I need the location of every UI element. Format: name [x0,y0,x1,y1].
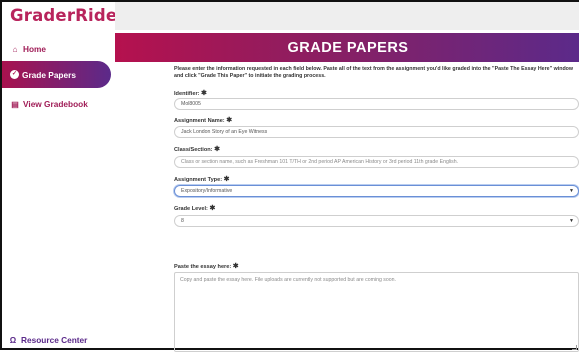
grade-level-label: Grade Level: ✱ [174,204,215,212]
app-logo[interactable]: GraderRide [10,6,117,25]
assignment-type-value: Expository/Informative [181,188,233,194]
grade-level-label-text: Grade Level: [174,206,208,212]
class-section-label: Class/Section: ✱ [174,145,220,153]
assignment-type-select[interactable]: Expository/Informative ▼ [174,185,579,197]
sidebar-item-gradebook[interactable]: ▤ View Gradebook [10,94,88,114]
required-icon: ✱ [201,90,207,97]
essay-placeholder: Copy and paste the essay here. File uplo… [180,277,396,283]
assignment-name-label-text: Assignment Name: [174,118,225,124]
headphones-icon: Ω [9,335,17,345]
sidebar-item-label: View Gradebook [23,99,88,109]
assignment-type-label-text: Assignment Type: [174,177,223,183]
home-icon: ⌂ [12,44,18,54]
identifier-label: Identifier: ✱ [174,89,207,97]
class-section-label-text: Class/Section: [174,147,213,153]
sidebar-item-home[interactable]: ⌂ Home [10,38,46,60]
sidebar-item-resource-center[interactable]: Ω Resource Center [8,332,88,348]
top-bar [115,2,579,30]
identifier-label-text: Identifier: [174,91,200,97]
sidebar-item-label: Grade Papers [22,69,76,80]
required-icon: ✱ [232,263,239,270]
chevron-down-icon: ▼ [569,218,574,224]
required-icon: ✱ [209,205,216,212]
essay-label: Paste the essay here: ✱ [174,262,239,270]
required-icon: ✱ [214,146,220,153]
grade-papers-icon: ✓ [10,70,19,79]
grade-level-select[interactable]: 8 ▼ [174,215,579,227]
required-icon: ✱ [223,176,230,183]
app-window: GraderRide ⌂ Home ✓ Grade Papers ▤ View … [0,0,579,352]
form-instructions: Please enter the information requested i… [174,66,574,79]
class-section-field[interactable]: Class or section name, such as Freshman … [174,156,579,168]
resize-handle-icon[interactable] [572,345,577,350]
essay-label-text: Paste the essay here: [174,264,232,270]
grade-level-value: 8 [181,218,184,224]
sidebar-item-label: Resource Center [21,335,88,345]
chevron-down-icon: ▼ [569,188,574,194]
sidebar: GraderRide ⌂ Home ✓ Grade Papers ▤ View … [2,2,117,348]
page-banner: GRADE PAPERS [115,33,579,62]
assignment-name-field[interactable]: Jack London Story of an Eye Witness [174,126,579,138]
required-icon: ✱ [226,117,233,124]
assignment-type-label: Assignment Type: ✱ [174,175,230,183]
essay-textarea[interactable]: Copy and paste the essay here. File uplo… [174,272,579,352]
sidebar-item-grade-papers[interactable]: ✓ Grade Papers [2,61,111,88]
identifier-field[interactable]: Mol8005 [174,98,579,110]
grade-form: Please enter the information requested i… [174,66,579,352]
assignment-name-label: Assignment Name: ✱ [174,116,232,124]
chart-icon: ▤ [11,99,19,109]
page-title: GRADE PAPERS [287,40,409,56]
sidebar-item-label: Home [23,44,47,54]
